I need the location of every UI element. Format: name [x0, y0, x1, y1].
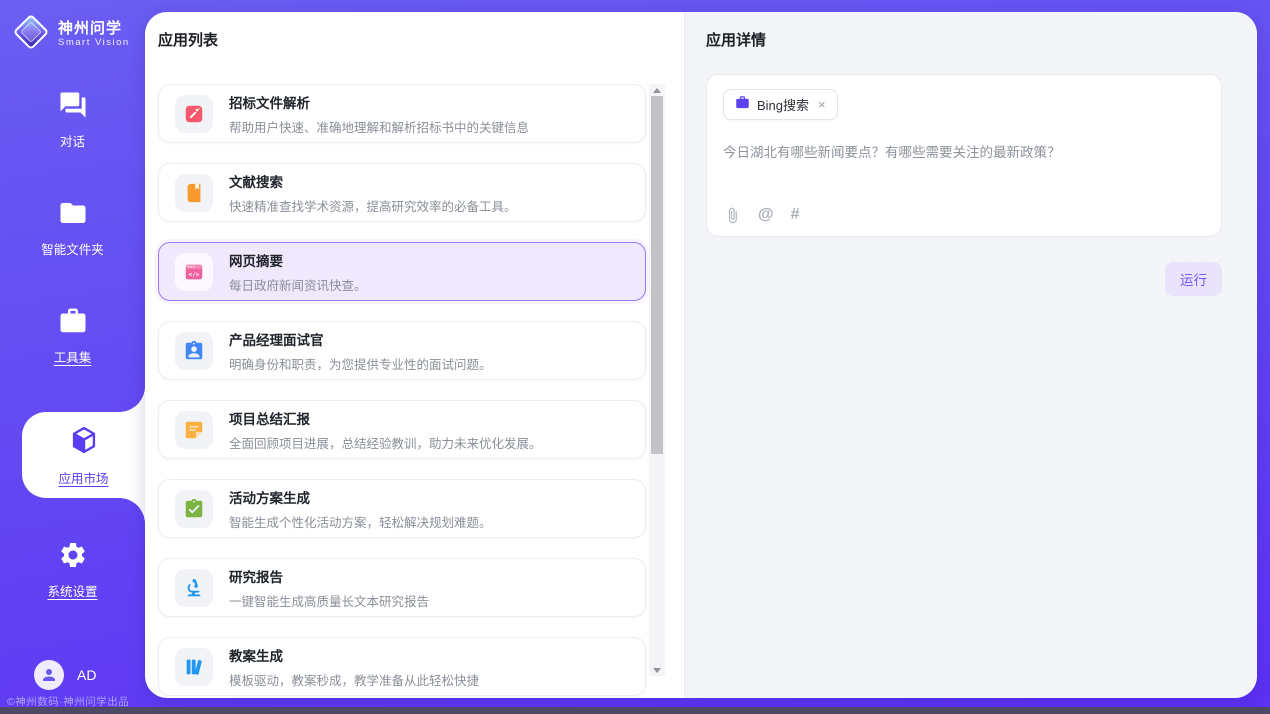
svg-text:</>: </>: [189, 271, 200, 278]
scrollbar-track[interactable]: [649, 84, 665, 676]
brand-name: 神州问学: [58, 20, 130, 37]
tool-tag-bing-search[interactable]: Bing搜索 ×: [723, 89, 838, 120]
user-name: AD: [77, 667, 96, 683]
avatar[interactable]: [34, 660, 64, 690]
briefcase-icon: [735, 95, 750, 115]
sidebar-item-label: 系统设置: [47, 581, 97, 600]
microscope-icon: [175, 569, 213, 607]
brand: 神州问学 Smart Vision: [0, 0, 145, 56]
app-card-desc: 一键智能生成高质量长文本研究报告: [229, 591, 429, 610]
app-card[interactable]: 项目总结汇报全面回顾项目进展，总结经验教训，助力未来优化发展。: [158, 400, 646, 459]
scrollbar-thumb[interactable]: [651, 96, 663, 454]
app-card[interactable]: 文献搜索快速精准查找学术资源，提高研究效率的必备工具。: [158, 163, 646, 222]
webpage-code-icon: </>: [175, 253, 213, 291]
app-card[interactable]: 招标文件解析帮助用户快速、准确地理解和解析招标书中的关键信息: [158, 84, 646, 143]
tool-tag-label: Bing搜索: [757, 95, 809, 114]
sidebar-item-label: 对话: [60, 131, 85, 150]
scrollbar-up-arrow-icon[interactable]: [649, 84, 665, 96]
cube-icon: [67, 423, 101, 460]
book-icon: [175, 174, 213, 212]
app-card-title: 活动方案生成: [229, 487, 492, 507]
sidebar-nav: 对话智能文件夹工具集应用市场系统设置: [0, 88, 145, 646]
app-card[interactable]: 教案生成模板驱动，教案秒成，教学准备从此轻松快捷: [158, 637, 646, 696]
app-card-title: 教案生成: [229, 645, 479, 665]
brand-tagline: Smart Vision: [58, 38, 130, 49]
sidebar-item-label: 工具集: [54, 347, 92, 366]
app-list-title: 应用列表: [158, 29, 684, 50]
app-card[interactable]: 研究报告一键智能生成高质量长文本研究报告: [158, 558, 646, 617]
app-list: 招标文件解析帮助用户快速、准确地理解和解析招标书中的关键信息文献搜索快速精准查找…: [158, 84, 646, 696]
scrollbar-down-arrow-icon[interactable]: [649, 664, 665, 676]
app-card-title: 文献搜索: [229, 171, 517, 191]
app-card-desc: 快速精准查找学术资源，提高研究效率的必备工具。: [229, 196, 517, 215]
folder-icon: [58, 198, 88, 231]
app-card-title: 网页摘要: [229, 250, 367, 270]
sticky-note-icon: [175, 411, 213, 449]
app-card[interactable]: </> 网页摘要每日政府新闻资讯快查。: [158, 242, 646, 301]
paperclip-icon[interactable]: [724, 207, 741, 224]
app-card-desc: 全面回顾项目进展，总结经验教训，助力未来优化发展。: [229, 433, 542, 452]
app-card-title: 招标文件解析: [229, 92, 529, 112]
chat-icon: [58, 90, 88, 123]
sidebar-item-label: 应用市场: [58, 468, 108, 487]
sidebar: 神州问学 Smart Vision 对话智能文件夹工具集应用市场系统设置 AD …: [0, 0, 145, 714]
app-card[interactable]: 活动方案生成智能生成个性化活动方案，轻松解决规划难题。: [158, 479, 646, 538]
app-detail-title: 应用详情: [706, 29, 1222, 50]
sidebar-item-chat[interactable]: 对话: [0, 88, 145, 152]
edit-document-icon: [175, 95, 213, 133]
gear-icon: [58, 540, 88, 573]
app-card-desc: 智能生成个性化活动方案，轻松解决规划难题。: [229, 512, 492, 531]
books-icon: [175, 648, 213, 686]
bottom-bar: [0, 707, 1270, 714]
interviewer-icon: [175, 332, 213, 370]
sidebar-item-gear[interactable]: 系统设置: [0, 538, 145, 602]
app-card-desc: 模板驱动，教案秒成，教学准备从此轻松快捷: [229, 670, 479, 689]
close-icon[interactable]: ×: [818, 97, 826, 112]
app-card-title: 产品经理面试官: [229, 329, 492, 349]
app-detail-panel: 应用详情 Bing搜索 × 今日湖北有哪些新闻要点？有哪些需要关注的最新政策？ …: [684, 12, 1257, 698]
user-row[interactable]: AD: [34, 660, 96, 690]
app-card-desc: 明确身份和职责，为您提供专业性的面试问题。: [229, 354, 492, 373]
prompt-card: Bing搜索 × 今日湖北有哪些新闻要点？有哪些需要关注的最新政策？ @#: [706, 74, 1222, 237]
brand-logo-icon: [12, 13, 50, 56]
sidebar-item-folder[interactable]: 智能文件夹: [0, 196, 145, 260]
app-card-title: 项目总结汇报: [229, 408, 542, 428]
prompt-toolbar: @#: [724, 206, 800, 224]
clipboard-check-icon: [175, 490, 213, 528]
sidebar-item-toolbox[interactable]: 工具集: [0, 304, 145, 368]
toolbox-icon: [58, 306, 88, 339]
app-card[interactable]: 产品经理面试官明确身份和职责，为您提供专业性的面试问题。: [158, 321, 646, 380]
prompt-input[interactable]: 今日湖北有哪些新闻要点？有哪些需要关注的最新政策？: [723, 143, 1205, 163]
at-icon[interactable]: @: [758, 206, 774, 224]
sidebar-item-label: 智能文件夹: [41, 239, 104, 258]
main-container: 应用列表 招标文件解析帮助用户快速、准确地理解和解析招标书中的关键信息文献搜索快…: [145, 12, 1257, 698]
run-button[interactable]: 运行: [1165, 262, 1222, 296]
app-card-desc: 帮助用户快速、准确地理解和解析招标书中的关键信息: [229, 117, 529, 136]
app-list-panel: 应用列表 招标文件解析帮助用户快速、准确地理解和解析招标书中的关键信息文献搜索快…: [145, 12, 684, 698]
sidebar-item-cube[interactable]: 应用市场: [22, 412, 145, 498]
hash-icon[interactable]: #: [791, 206, 800, 224]
app-card-desc: 每日政府新闻资讯快查。: [229, 275, 367, 294]
app-card-title: 研究报告: [229, 566, 429, 586]
